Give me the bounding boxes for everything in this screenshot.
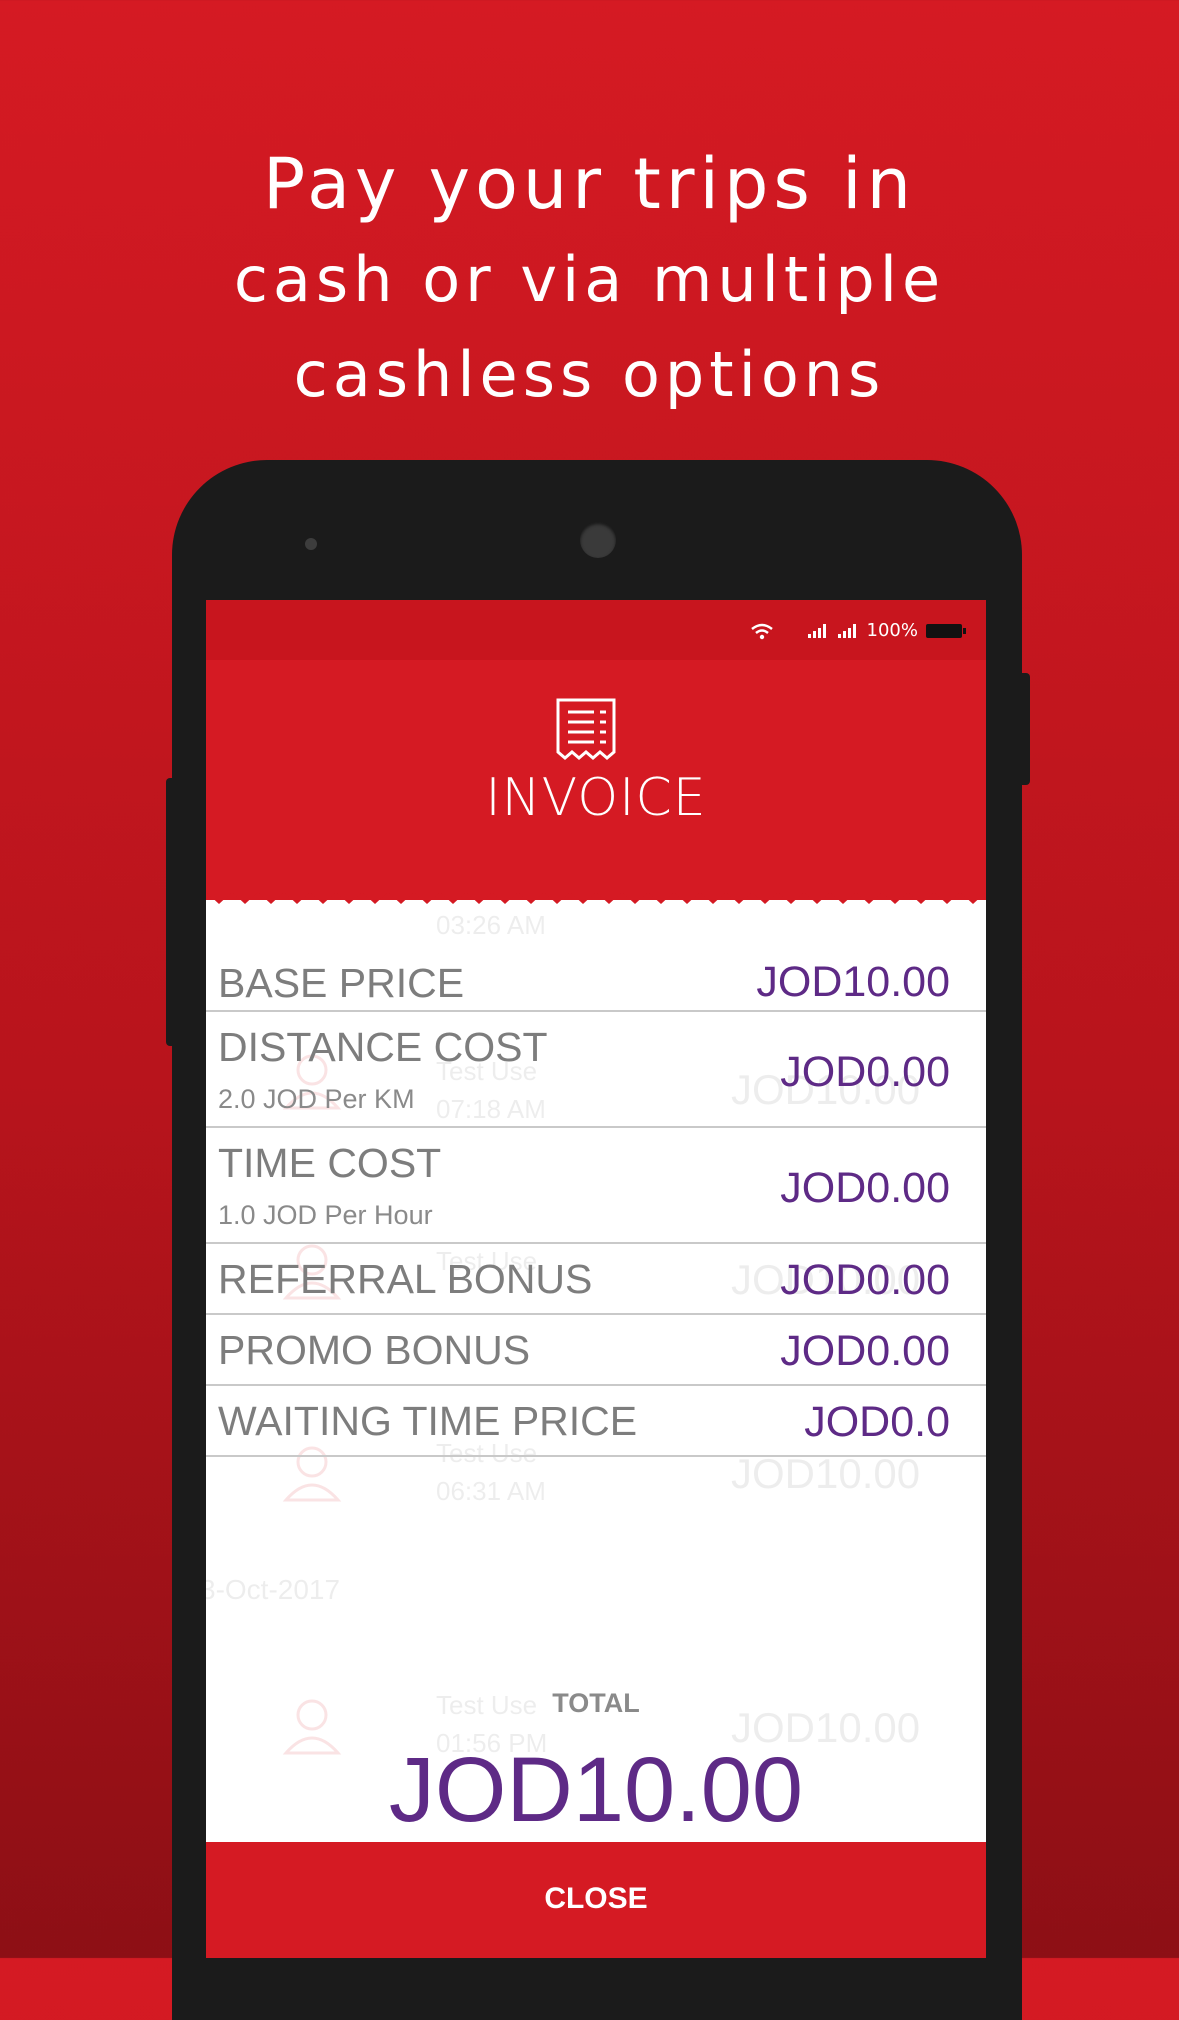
signal-icon [837,623,856,638]
receipt-edge [206,892,986,904]
list-item-time: 03:26 AM [436,910,546,940]
wifi-icon [750,623,773,639]
phone-screen: 03:26 AM Test Use 07:18 AM JOD10.00 Test… [206,600,986,1958]
row-value: JOD0.00 [780,1164,950,1212]
invoice-row-time-cost: TIME COST 1.0 JOD Per Hour JOD0.00 [206,1128,986,1244]
row-sublabel: 1.0 JOD Per Hour [218,1200,433,1230]
list-item-amount: JOD10.00 [731,1450,921,1497]
list-item-time: 06:31 AM [436,1476,546,1506]
date-header: 3-Oct-2017 [206,1574,341,1605]
promo-headline-line1: Pay your trips in [263,143,916,225]
promo-headline-line2: cash or via multiple [233,243,946,316]
row-label: TIME COST [218,1140,442,1186]
total-label: TOTAL [552,1688,640,1718]
receipt-icon [556,698,616,760]
row-label: DISTANCE COST [218,1024,548,1070]
row-label: WAITING TIME PRICE [218,1398,638,1444]
row-label: REFERRAL BONUS [218,1256,593,1302]
invoice-row-promo-bonus: PROMO BONUS JOD0.00 [206,1315,986,1386]
signal-icon [807,623,826,638]
invoice-row-base-price: BASE PRICE JOD10.00 [206,950,986,1012]
invoice-title: INVOICE [485,768,707,828]
row-label: BASE PRICE [218,960,465,1006]
row-value: JOD10.00 [756,958,950,1006]
close-bar: CLOSE [206,1842,986,1958]
invoice-row-distance-cost: DISTANCE COST 2.0 JOD Per KM JOD0.00 [206,1012,986,1128]
total-value: JOD10.00 [388,1739,804,1841]
invoice-header: INVOICE [206,660,986,900]
status-bar: 100% [206,600,986,660]
row-value: JOD0.00 [780,1256,950,1304]
invoice-row-referral-bonus: REFERRAL BONUS JOD0.00 [206,1244,986,1315]
row-value: JOD0.00 [780,1048,950,1096]
row-label: PROMO BONUS [218,1327,531,1373]
row-sublabel: 2.0 JOD Per KM [218,1084,415,1114]
row-value: JOD0.00 [780,1327,950,1375]
phone-sensor [305,538,317,550]
row-value: JOD0.0 [804,1398,950,1446]
invoice-rows: BASE PRICE JOD10.00 DISTANCE COST 2.0 JO… [206,950,986,1457]
promo-headline-line3: cashless options [293,338,886,411]
close-button[interactable]: CLOSE [206,1882,986,1916]
battery-icon [926,623,966,638]
battery-percent: 100% [866,620,918,641]
phone-camera [580,522,616,558]
invoice-row-waiting-time-price: WAITING TIME PRICE JOD0.0 [206,1386,986,1457]
